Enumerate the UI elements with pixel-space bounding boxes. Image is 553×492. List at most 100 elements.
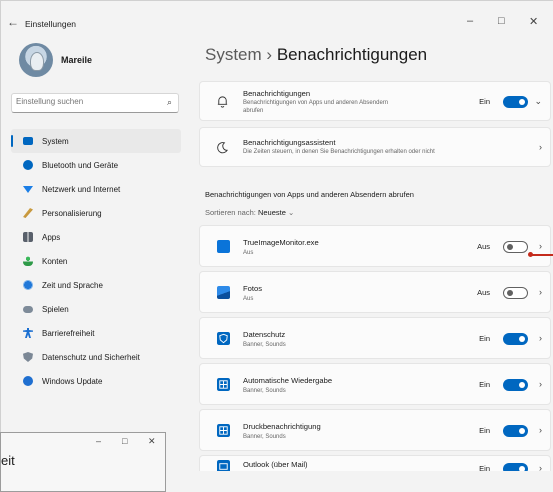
app-name: Fotos: [243, 284, 262, 293]
sidebar-item-label: Spielen: [42, 304, 69, 314]
app-detail: Banner, Sounds: [243, 342, 286, 348]
globe-clock-icon: [23, 280, 33, 290]
photos-icon: [217, 286, 230, 299]
apps-icon: [23, 232, 33, 242]
chevron-right-icon[interactable]: ›: [539, 287, 542, 297]
sidebar-item-windows-update[interactable]: Windows Update: [11, 369, 181, 393]
annotation-arrow: [528, 252, 553, 257]
overlay-minimize-button[interactable]: –: [96, 436, 101, 446]
app-name: Outlook (über Mail): [243, 460, 308, 469]
minimize-button[interactable]: –: [467, 15, 473, 27]
title-bar: ← Einstellungen – □ ✕: [1, 1, 553, 41]
sidebar-item-gaming[interactable]: Spielen: [11, 297, 181, 321]
sidebar-nav: System Bluetooth und Geräte Netzwerk und…: [11, 129, 181, 393]
moon-icon: [217, 142, 228, 154]
app-name: TrueImageMonitor.exe: [243, 238, 319, 247]
sidebar-item-personalization[interactable]: Personalisierung: [11, 201, 181, 225]
focus-assist-subtitle: Die Zeiten steuern, in denen Sie Benachr…: [243, 149, 435, 155]
app-toggle[interactable]: [503, 287, 528, 299]
overlay-text: eit: [1, 453, 15, 468]
overlay-close-button[interactable]: ✕: [148, 436, 156, 447]
focus-assist-title: Benachrichtigungsassistent: [243, 138, 336, 147]
app-toggle[interactable]: [503, 463, 528, 471]
autoplay-icon: [217, 378, 230, 391]
sidebar-item-accessibility[interactable]: Barrierefreiheit: [11, 321, 181, 345]
app-toggle[interactable]: [503, 379, 528, 391]
app-row[interactable]: TrueImageMonitor.exe Aus Aus ›: [199, 225, 551, 267]
sidebar-item-apps[interactable]: Apps: [11, 225, 181, 249]
sidebar-item-label: Zeit und Sprache: [42, 280, 103, 290]
chevron-right-icon[interactable]: ›: [539, 463, 542, 471]
app-state: Aus: [477, 288, 490, 297]
printer-icon: [217, 424, 230, 437]
avatar-bird-image: [30, 52, 44, 71]
maximize-button[interactable]: □: [498, 15, 505, 27]
sidebar-item-system[interactable]: System: [11, 129, 181, 153]
app-detail: Banner, Sounds: [243, 434, 286, 440]
sidebar-item-label: Barrierefreiheit: [42, 328, 95, 338]
chevron-right-icon[interactable]: ›: [539, 142, 542, 152]
notifications-toggle[interactable]: [503, 96, 528, 108]
search-box[interactable]: ⌕: [11, 93, 179, 113]
system-icon: [23, 137, 33, 145]
app-name: Datenschutz: [243, 330, 286, 339]
app-row[interactable]: Automatische Wiedergabe Banner, Sounds E…: [199, 363, 551, 405]
section-heading: Benachrichtigungen von Apps und anderen …: [205, 190, 414, 199]
sidebar-item-label: Datenschutz und Sicherheit: [42, 352, 140, 362]
search-icon[interactable]: ⌕: [167, 97, 172, 108]
sort-control[interactable]: Sortieren nach: Neueste ⌄: [205, 208, 294, 217]
app-detail: Aus: [243, 296, 254, 302]
window-title: Einstellungen: [25, 19, 77, 29]
notifications-card[interactable]: Benachrichtigungen Benachrichtigungen vo…: [199, 81, 551, 121]
app-detail: Banner, Sounds: [243, 388, 286, 394]
app-row[interactable]: Fotos Aus Aus ›: [199, 271, 551, 313]
gamepad-icon: [23, 305, 33, 313]
sidebar-item-network[interactable]: Netzwerk und Internet: [11, 177, 181, 201]
close-button[interactable]: ✕: [529, 15, 538, 28]
app-toggle[interactable]: [503, 425, 528, 437]
update-icon: [23, 376, 33, 386]
app-state: Ein: [479, 464, 490, 471]
focus-assist-card[interactable]: Benachrichtigungsassistent Die Zeiten st…: [199, 127, 551, 167]
chevron-right-icon[interactable]: ›: [539, 379, 542, 389]
sidebar-item-time-language[interactable]: Zeit und Sprache: [11, 273, 181, 297]
app-toggle[interactable]: [503, 241, 528, 253]
app-row[interactable]: Outlook (über Mail) Ein ›: [199, 455, 551, 471]
page-title: System › Benachrichtigungen: [205, 45, 427, 65]
user-name: Mareile: [61, 55, 93, 65]
chevron-right-icon[interactable]: ›: [539, 333, 542, 343]
sort-label: Sortieren nach:: [205, 208, 256, 217]
chevron-down-icon[interactable]: ⌄: [534, 96, 542, 107]
app-state: Ein: [479, 426, 490, 435]
app-toggle[interactable]: [503, 333, 528, 345]
avatar[interactable]: [19, 43, 53, 77]
brush-icon: [23, 208, 33, 218]
sidebar-item-bluetooth[interactable]: Bluetooth und Geräte: [11, 153, 181, 177]
bell-icon: [217, 96, 228, 108]
back-arrow-icon[interactable]: ←: [7, 15, 19, 29]
accessibility-icon: [23, 328, 33, 338]
sidebar-item-privacy-security[interactable]: Datenschutz und Sicherheit: [11, 345, 181, 369]
breadcrumb-separator: ›: [266, 45, 273, 64]
app-detail: Aus: [243, 250, 254, 256]
app-row[interactable]: Datenschutz Banner, Sounds Ein ›: [199, 317, 551, 359]
app-name: Automatische Wiedergabe: [243, 376, 333, 385]
breadcrumb-parent[interactable]: System: [205, 45, 262, 64]
sidebar-item-accounts[interactable]: Konten: [11, 249, 181, 273]
chevron-right-icon[interactable]: ›: [539, 425, 542, 435]
sidebar-item-label: Apps: [42, 232, 61, 242]
notifications-state: Ein: [479, 97, 490, 106]
settings-window: ← Einstellungen – □ ✕ Mareile ⌕ System B…: [0, 0, 553, 471]
sort-value: Neueste: [257, 208, 286, 217]
breadcrumb-current: Benachrichtigungen: [276, 45, 428, 64]
search-input[interactable]: [16, 97, 156, 106]
overlay-maximize-button[interactable]: □: [122, 436, 127, 446]
sidebar-item-label: Netzwerk und Internet: [42, 184, 121, 194]
active-indicator: [11, 135, 13, 147]
person-icon: [23, 256, 33, 266]
app-row[interactable]: Druckbenachrichtigung Banner, Sounds Ein…: [199, 409, 551, 451]
app-generic-icon: [217, 240, 230, 253]
app-state: Aus: [477, 242, 490, 251]
outlook-icon: [217, 460, 230, 471]
chevron-right-icon[interactable]: ›: [539, 241, 542, 251]
